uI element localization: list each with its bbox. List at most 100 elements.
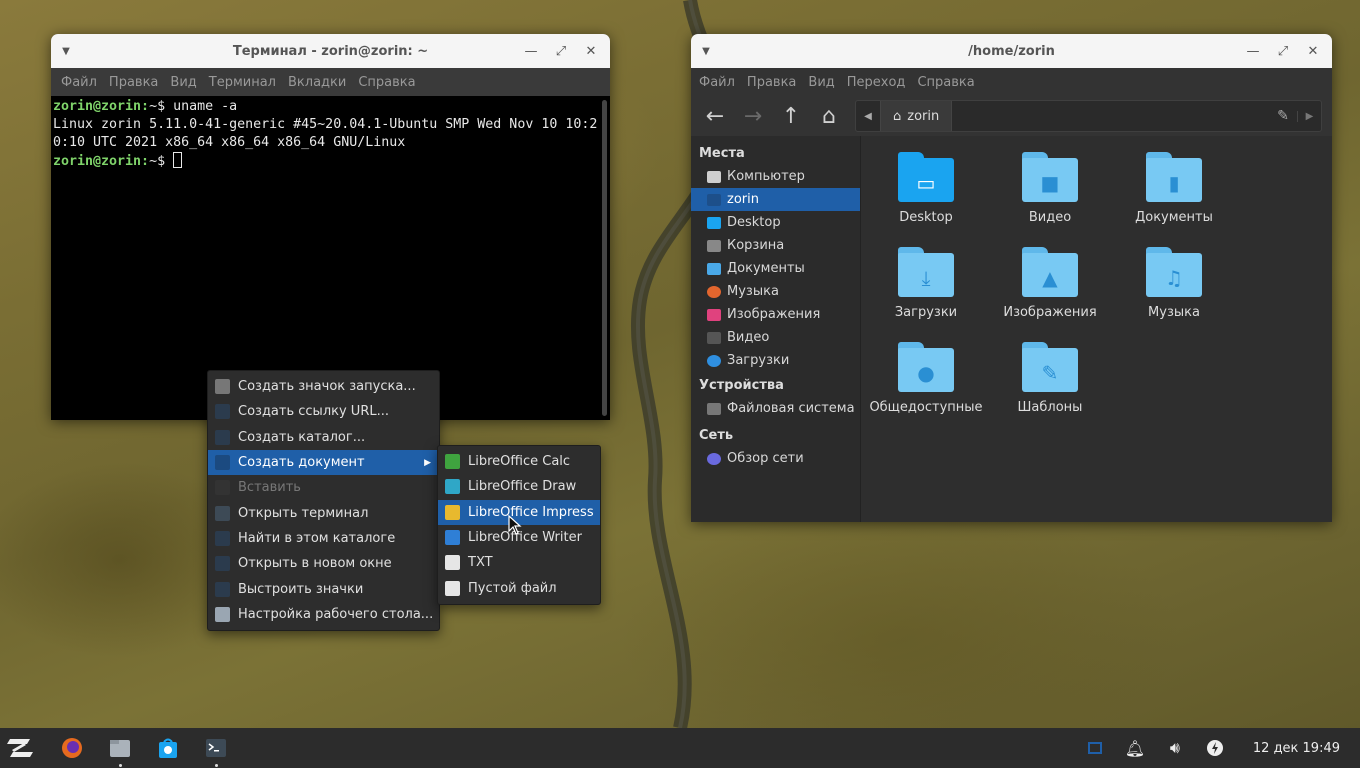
minimize-button[interactable]: —: [1240, 39, 1266, 63]
notifications-bell-icon[interactable]: 🔔︎: [1115, 728, 1155, 768]
file-item-pictures[interactable]: ▲ Изображения: [988, 247, 1112, 320]
maximize-button[interactable]: ⤢: [548, 39, 574, 63]
submenu-item-txt[interactable]: TXT: [438, 550, 600, 575]
workspace-icon[interactable]: [1075, 728, 1115, 768]
terminal-app-icon[interactable]: [192, 728, 240, 768]
downloads-folder-icon: ⤓: [898, 247, 954, 297]
submenu-item-calc[interactable]: LibreOffice Calc: [438, 449, 600, 474]
file-manager-toolbar: ← → ↑ ⌂ ◀ ⌂ zorin ✎ ▶: [691, 96, 1332, 136]
menu-file[interactable]: Файл: [693, 75, 741, 90]
terminal-window[interactable]: ▼ Терминал - zorin@zorin: ~ — ⤢ ✕ Файл П…: [51, 34, 610, 420]
sidebar-item-desktop[interactable]: Desktop: [691, 211, 860, 234]
file-manager-window[interactable]: ▼ /home/zorin — ⤢ ✕ Файл Правка Вид Пере…: [691, 34, 1332, 522]
files-app-icon[interactable]: [96, 728, 144, 768]
file-item-videos[interactable]: ■ Видео: [988, 152, 1112, 225]
submenu-item-draw[interactable]: LibreOffice Draw: [438, 474, 600, 499]
menu-help[interactable]: Справка: [352, 75, 421, 90]
home-icon[interactable]: ⌂: [811, 100, 847, 132]
firefox-icon[interactable]: [48, 728, 96, 768]
sidebar-item-documents[interactable]: Документы: [691, 257, 860, 280]
desktop-settings-icon: [215, 606, 230, 622]
path-crumb-home[interactable]: ⌂ zorin: [880, 101, 953, 131]
home-icon: [707, 193, 721, 206]
forward-arrow-icon[interactable]: →: [735, 100, 771, 132]
menu-item-open-new-window[interactable]: Открыть в новом окне: [208, 551, 439, 576]
sidebar-item-downloads[interactable]: Загрузки: [691, 349, 860, 372]
menu-item-arrange-icons[interactable]: Выстроить значки: [208, 576, 439, 601]
prompt: zorin@zorin:: [53, 154, 150, 169]
file-manager-titlebar[interactable]: ▼ /home/zorin — ⤢ ✕: [691, 34, 1332, 68]
document-icon: [215, 455, 230, 471]
close-button[interactable]: ✕: [1300, 39, 1326, 63]
taskbar: 🔔︎ 🔊︎ 12 дек 19:49: [0, 728, 1360, 768]
menu-view[interactable]: Вид: [802, 75, 840, 90]
pictures-icon: [707, 308, 721, 321]
minimize-button[interactable]: —: [518, 39, 544, 63]
menu-item-search-folder[interactable]: Найти в этом каталоге: [208, 526, 439, 551]
sidebar-item-filesystem[interactable]: Файловая система: [691, 397, 860, 420]
menu-item-desktop-settings[interactable]: Настройка рабочего стола...: [208, 602, 439, 627]
up-arrow-icon[interactable]: ↑: [773, 100, 809, 132]
menu-terminal[interactable]: Терминал: [203, 75, 282, 90]
file-item-templates[interactable]: ✎ Шаблоны: [988, 342, 1112, 415]
path-bar: ◀ ⌂ zorin ✎ ▶: [855, 100, 1322, 132]
sidebar-item-music[interactable]: Музыка: [691, 280, 860, 303]
menu-edit[interactable]: Правка: [103, 75, 164, 90]
menu-item-create-launcher[interactable]: Создать значок запуска...: [208, 374, 439, 399]
sidebar-item-computer[interactable]: Компьютер: [691, 165, 860, 188]
maximize-button[interactable]: ⤢: [1270, 39, 1296, 63]
menu-go[interactable]: Переход: [841, 75, 912, 90]
terminal-menubar: Файл Правка Вид Терминал Вкладки Справка: [51, 68, 610, 96]
power-icon[interactable]: [1195, 728, 1235, 768]
documents-icon: [707, 262, 721, 275]
file-item-documents[interactable]: ▮ Документы: [1112, 152, 1236, 225]
back-arrow-icon[interactable]: ←: [697, 100, 733, 132]
menu-tabs[interactable]: Вкладки: [282, 75, 352, 90]
terminal-scrollbar[interactable]: [602, 100, 607, 416]
menu-file[interactable]: Файл: [55, 75, 103, 90]
text-cursor: [173, 152, 183, 168]
sidebar-item-trash[interactable]: Корзина: [691, 234, 860, 257]
sidebar-heading-devices: Устройства: [699, 378, 784, 393]
submenu-item-empty-file[interactable]: Пустой файл: [438, 575, 600, 600]
file-item-desktop[interactable]: ▭ Desktop: [864, 152, 988, 225]
edit-path-icon[interactable]: ✎: [1269, 108, 1297, 124]
sidebar-item-videos[interactable]: Видео: [691, 326, 860, 349]
sidebar-item-pictures[interactable]: Изображения: [691, 303, 860, 326]
path-left-icon[interactable]: ◀: [856, 111, 880, 122]
window-icon: [215, 556, 230, 572]
menu-item-open-terminal[interactable]: Открыть терминал: [208, 500, 439, 525]
file-view[interactable]: ▭ Desktop ■ Видео ▮ Документы ⤓ Загрузки…: [861, 136, 1332, 522]
menu-item-create-folder[interactable]: Создать каталог...: [208, 425, 439, 450]
arrange-icon: [215, 581, 230, 597]
window-menu-icon[interactable]: ▼: [51, 46, 81, 57]
terminal-line: Linux zorin 5.11.0-41-generic #45~20.04.…: [53, 117, 598, 150]
sidebar-item-network[interactable]: Обзор сети: [691, 447, 860, 470]
window-menu-icon[interactable]: ▼: [691, 46, 721, 57]
volume-icon[interactable]: 🔊︎: [1155, 728, 1195, 768]
folder-icon: [215, 429, 230, 445]
text-document-icon: [445, 530, 460, 546]
mouse-pointer-icon: [508, 515, 522, 535]
pictures-folder-icon: ▲: [1022, 247, 1078, 297]
zorin-menu-icon[interactable]: [0, 728, 40, 768]
clock[interactable]: 12 дек 19:49: [1235, 741, 1340, 756]
computer-icon: [707, 170, 721, 183]
software-store-icon[interactable]: [144, 728, 192, 768]
menu-edit[interactable]: Правка: [741, 75, 802, 90]
file-item-music[interactable]: ♫ Музыка: [1112, 247, 1236, 320]
menu-item-create-document[interactable]: Создать документ ▶: [208, 449, 439, 476]
file-item-public[interactable]: ● Общедоступные: [864, 342, 988, 415]
desktop-folder-icon: ▭: [898, 152, 954, 202]
file-item-downloads[interactable]: ⤓ Загрузки: [864, 247, 988, 320]
terminal-titlebar[interactable]: ▼ Терминал - zorin@zorin: ~ — ⤢ ✕: [51, 34, 610, 68]
sidebar-item-home[interactable]: zorin: [691, 188, 860, 211]
menu-view[interactable]: Вид: [164, 75, 202, 90]
menu-help[interactable]: Справка: [911, 75, 980, 90]
menu-item-paste[interactable]: Вставить: [208, 475, 439, 500]
sidebar-heading-network: Сеть: [699, 428, 734, 443]
close-button[interactable]: ✕: [578, 39, 604, 63]
menu-item-create-url[interactable]: Создать ссылку URL...: [208, 399, 439, 424]
path-right-icon[interactable]: ▶: [1297, 110, 1321, 122]
music-folder-icon: ♫: [1146, 247, 1202, 297]
